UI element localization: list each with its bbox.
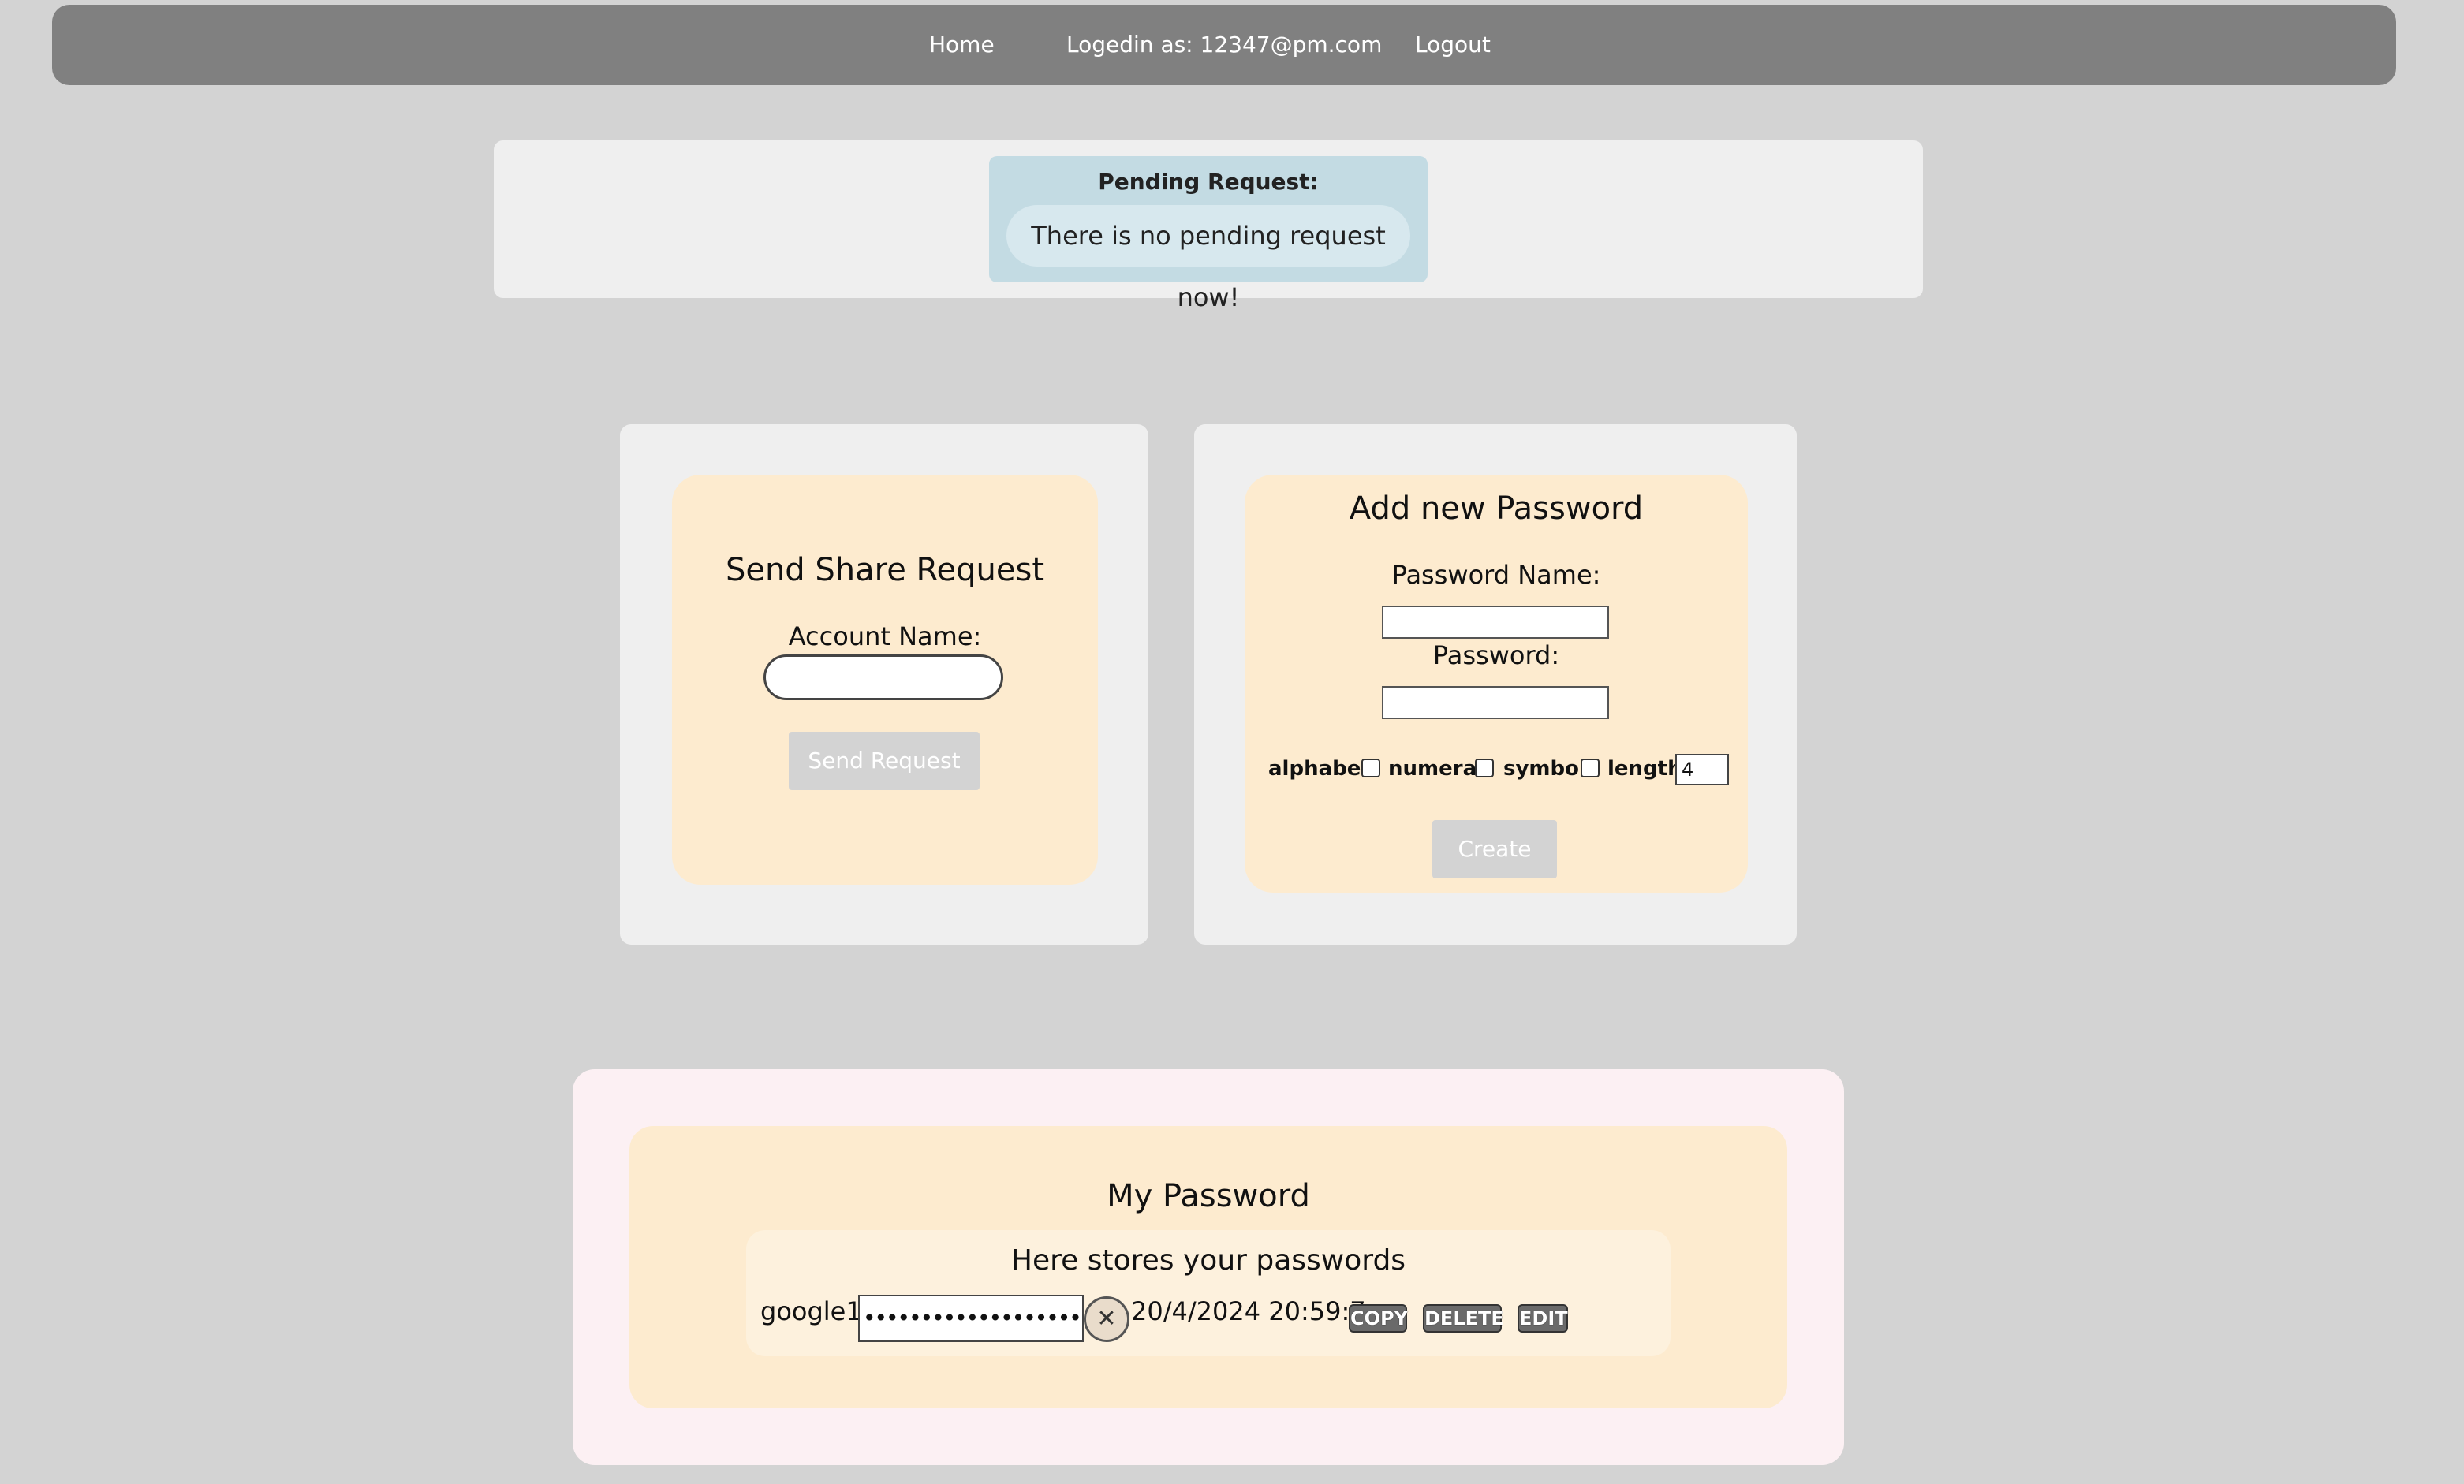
password-name-input[interactable] (1382, 606, 1609, 639)
copy-button[interactable]: COPY (1349, 1304, 1408, 1333)
send-request-button[interactable]: Send Request (789, 732, 980, 790)
account-name-input[interactable] (763, 654, 1003, 700)
close-icon[interactable]: ✕ (1084, 1296, 1129, 1342)
account-name-label: Account Name: (788, 621, 982, 651)
delete-button[interactable]: DELETE (1423, 1304, 1504, 1333)
nav-logout-link[interactable]: Logout (1415, 5, 1491, 85)
password-entry-field[interactable]: •••••••••••••••••••••• (858, 1295, 1084, 1342)
create-button[interactable]: Create (1432, 820, 1557, 878)
pending-request-title: Pending Request: (1098, 169, 1319, 195)
nav-home-link[interactable]: Home (929, 5, 995, 85)
pending-message: There is no pending request now! (1031, 221, 1386, 312)
password-label: Password: (1432, 640, 1560, 670)
my-password-title: My Password (1107, 1178, 1310, 1214)
password-entry-date: 20/4/2024 20:59:7 (1131, 1296, 1366, 1326)
add-password-title: Add new Password (1349, 490, 1644, 527)
alphabet-label: alphabet (1268, 757, 1371, 781)
alphabet-checkbox[interactable] (1361, 759, 1380, 777)
password-list-subtitle: Here stores your passwords (1010, 1244, 1406, 1277)
password-entry-name: google1: (760, 1296, 871, 1326)
numeral-label: numeral (1388, 757, 1484, 781)
length-label: length (1607, 757, 1682, 781)
password-name-label: Password Name: (1391, 560, 1601, 590)
edit-button[interactable]: EDIT (1518, 1304, 1568, 1333)
password-input[interactable] (1382, 686, 1609, 719)
top-navbar: Home Logedin as: 12347@pm.com Logout (52, 5, 2396, 85)
share-request-title: Send Share Request (725, 552, 1045, 588)
symbol-label: symbol (1503, 757, 1586, 781)
numeral-checkbox[interactable] (1475, 759, 1494, 777)
length-input[interactable]: 4 (1675, 754, 1729, 785)
nav-logged-in-label: Logedin as: 12347@pm.com (1066, 32, 1383, 58)
symbol-checkbox[interactable] (1581, 759, 1600, 777)
